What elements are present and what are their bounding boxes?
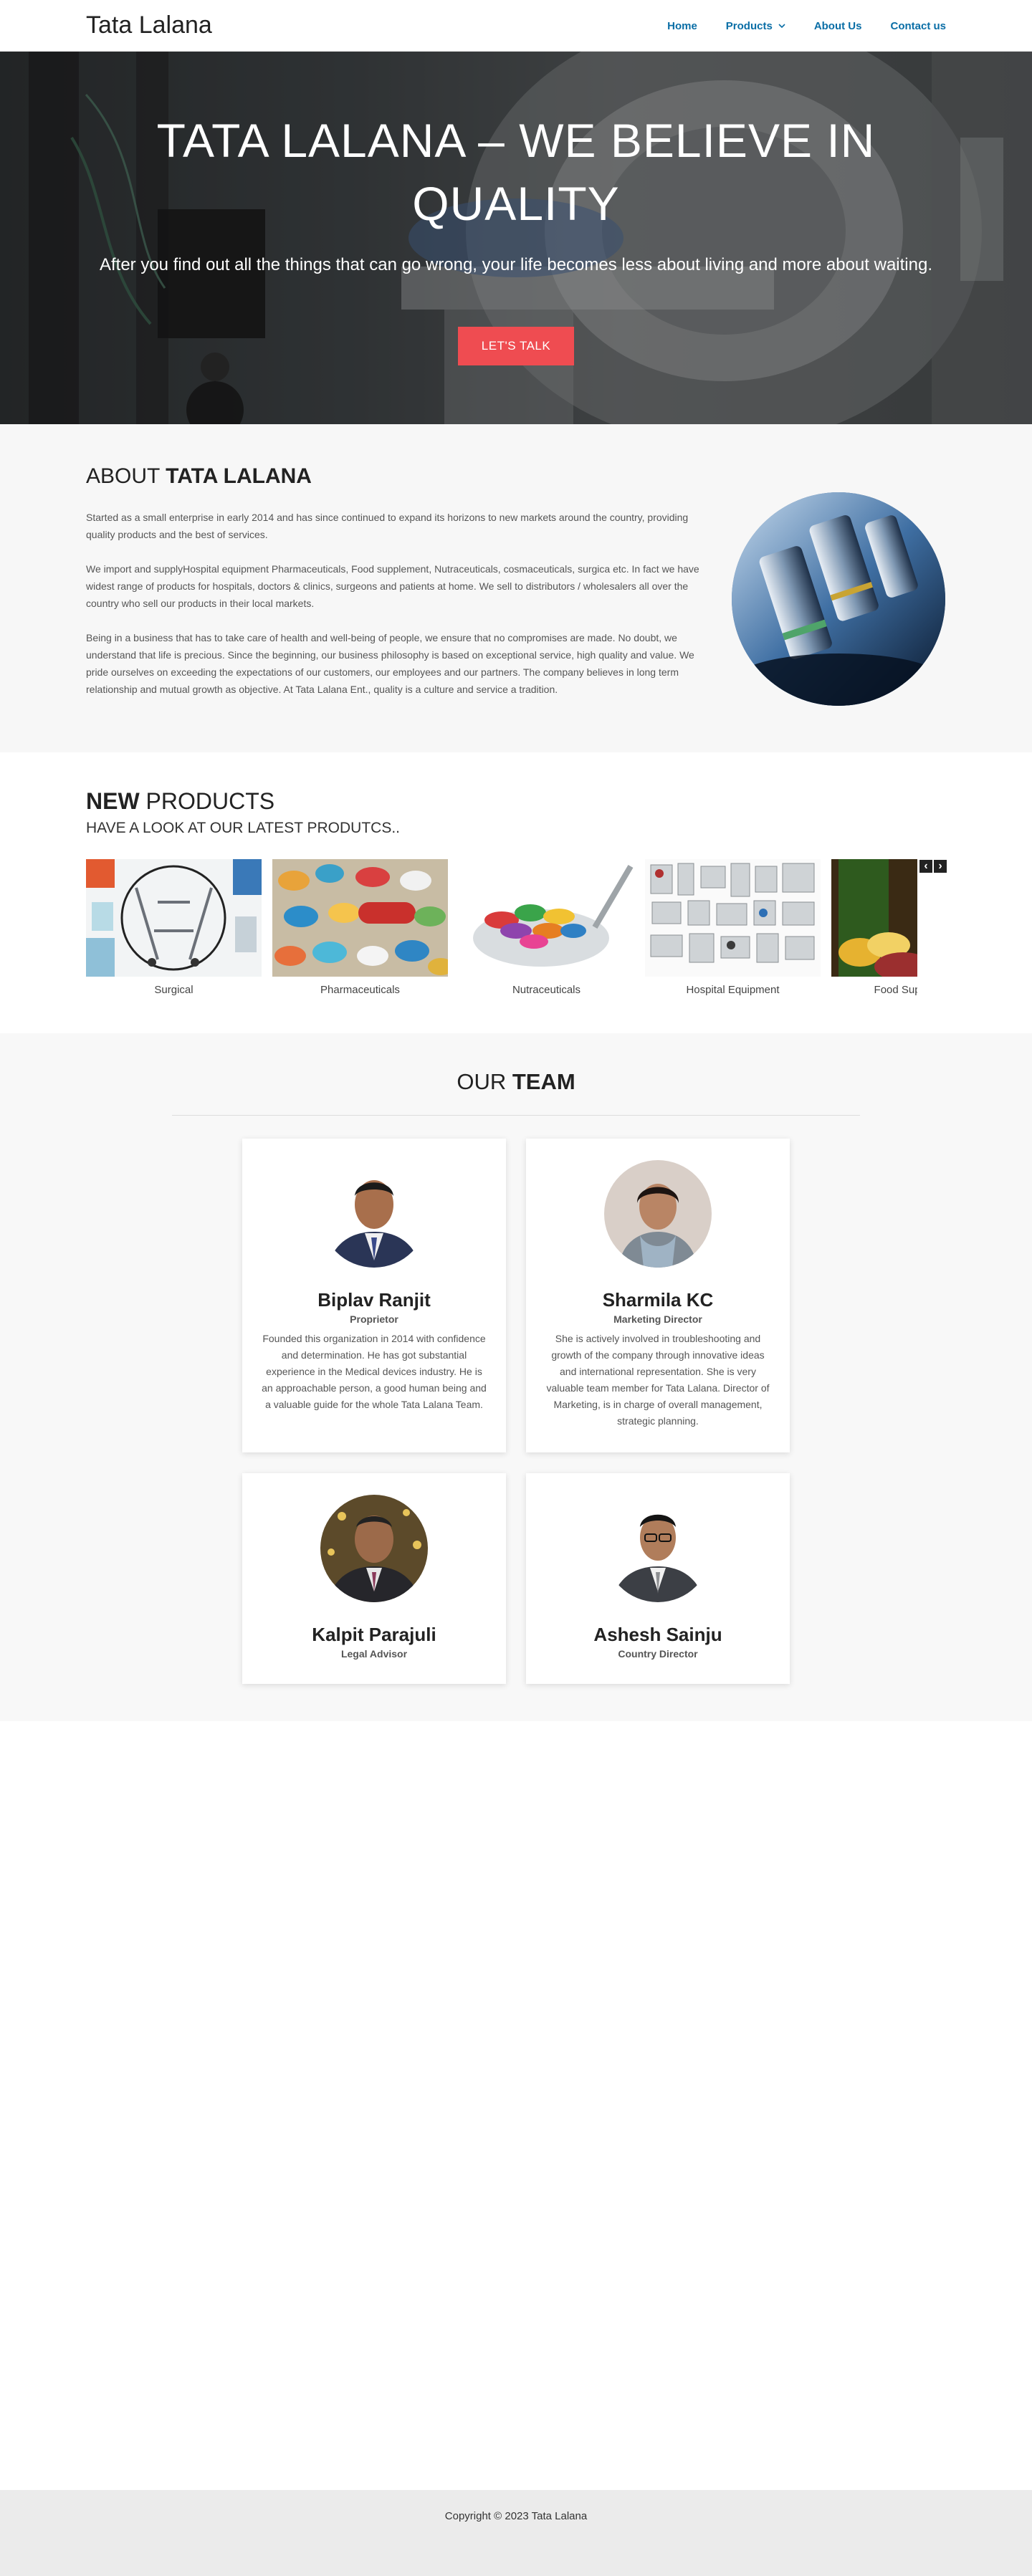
team-heading: OUR TEAM: [0, 1069, 1032, 1095]
carousel-next-button[interactable]: ›: [934, 860, 947, 873]
pharmaceuticals-image: [272, 859, 448, 977]
nav-products[interactable]: Products: [726, 20, 785, 32]
carousel-controls: ‹ ›: [918, 860, 947, 873]
hero-banner: TATA LALANA – WE BELIEVE IN QUALITY Afte…: [0, 52, 1032, 424]
products-heading: NEW PRODUCTS: [86, 788, 274, 815]
product-card-food-supplements[interactable]: Food Supplements: [831, 859, 917, 1002]
product-label: Pharmaceuticals: [320, 984, 400, 996]
about-paragraph: Started as a small enterprise in early 2…: [86, 512, 689, 540]
hero-title: TATA LALANA – WE BELIEVE IN QUALITY: [156, 114, 876, 230]
team-heading-bold: TEAM: [512, 1069, 575, 1094]
avatar: [604, 1495, 712, 1602]
member-role: Country Director: [618, 1648, 698, 1660]
member-role: Marketing Director: [613, 1313, 702, 1325]
copyright-text: Copyright © 2023 Tata Lalana: [444, 2510, 588, 2522]
site-footer: Copyright © 2023 Tata Lalana: [0, 2490, 1032, 2576]
nav-about-us[interactable]: About Us: [814, 20, 862, 32]
chevron-right-icon: ›: [938, 860, 942, 872]
product-carousel[interactable]: Surgical Pharmaceuticals Nutraceuticals …: [86, 859, 917, 1002]
product-card-surgical[interactable]: Surgical: [86, 859, 262, 1002]
microscope-image: [732, 492, 945, 706]
about-heading-bold: TATA LALANA: [166, 464, 312, 488]
about-paragraph: Being in a business that has to take car…: [86, 632, 694, 695]
divider: [172, 1115, 860, 1116]
products-subheading: HAVE A LOOK AT OUR LATEST PRODUTCS..: [86, 820, 401, 836]
team-card: Kalpit Parajuli Legal Advisor: [242, 1473, 506, 1684]
microscope-illustration: [732, 492, 945, 706]
member-role: Legal Advisor: [340, 1648, 408, 1660]
about-text: Started as a small enterprise in early 2…: [86, 509, 715, 715]
member-name: Kalpit Parajuli: [312, 1624, 436, 1645]
about-heading: ABOUT TATA LALANA: [86, 464, 312, 489]
about-paragraph: We import and supplyHospital equipment P…: [86, 563, 699, 609]
member-name: Sharmila KC: [602, 1289, 714, 1311]
chevron-down-icon: [778, 24, 785, 29]
site-header: Tata Lalana Home Products About Us Conta…: [0, 0, 1032, 52]
avatar: [320, 1495, 428, 1602]
product-card-pharmaceuticals[interactable]: Pharmaceuticals: [272, 859, 448, 1002]
product-label: Hospital Equipment: [686, 984, 780, 996]
member-role: Proprietor: [350, 1313, 398, 1325]
team-heading-light: OUR: [457, 1069, 512, 1094]
main-nav: Home Products About Us Contact us: [639, 0, 946, 52]
products-heading-light: PRODUCTS: [139, 788, 275, 814]
nav-products-label: Products: [725, 19, 773, 32]
member-name: Biplav Ranjit: [317, 1289, 431, 1311]
member-name: Ashesh Sainju: [593, 1624, 722, 1645]
team-card: Biplav Ranjit Proprietor Founded this or…: [242, 1139, 506, 1452]
nav-contact-label: Contact us: [890, 19, 946, 32]
surgical-image: [86, 859, 262, 977]
chevron-left-icon: ‹: [924, 860, 928, 872]
member-description: Founded this organization in 2014 with c…: [262, 1333, 487, 1410]
product-card-hospital-equipment[interactable]: Hospital Equipment: [645, 859, 821, 1002]
nav-home[interactable]: Home: [667, 20, 697, 32]
hero-subtitle: After you find out all the things that c…: [99, 255, 932, 274]
food-supplements-image: [831, 859, 917, 977]
carousel-prev-button[interactable]: ‹: [919, 860, 932, 873]
product-card-nutraceuticals[interactable]: Nutraceuticals: [459, 859, 634, 1002]
products-heading-bold: NEW: [86, 788, 140, 814]
member-description: She is actively involved in troubleshoot…: [546, 1333, 770, 1427]
nav-about-label: About Us: [813, 19, 862, 32]
team-card: Sharmila KC Marketing Director She is ac…: [526, 1139, 790, 1452]
avatar: [604, 1160, 712, 1268]
team-card: Ashesh Sainju Country Director: [526, 1473, 790, 1684]
nav-home-label: Home: [667, 19, 697, 32]
products-section: NEW PRODUCTS HAVE A LOOK AT OUR LATEST P…: [0, 752, 1032, 1033]
avatar: [320, 1160, 428, 1268]
hero-overlay: [0, 52, 1032, 424]
lets-talk-button[interactable]: LET'S TALK: [458, 327, 574, 365]
brand-logo[interactable]: Tata Lalana: [86, 11, 212, 39]
product-label: Nutraceuticals: [512, 984, 581, 996]
about-section: ABOUT TATA LALANA Started as a small ent…: [0, 424, 1032, 752]
product-label: Food Supplements: [874, 984, 917, 996]
team-section: OUR TEAM Biplav Ranjit Proprietor Founde…: [0, 1033, 1032, 1721]
about-heading-light: ABOUT: [86, 464, 166, 488]
hospital-equipment-image: [645, 859, 821, 977]
product-label: Surgical: [154, 984, 194, 996]
nav-contact-us[interactable]: Contact us: [890, 20, 946, 32]
nutraceuticals-image: [459, 859, 634, 977]
